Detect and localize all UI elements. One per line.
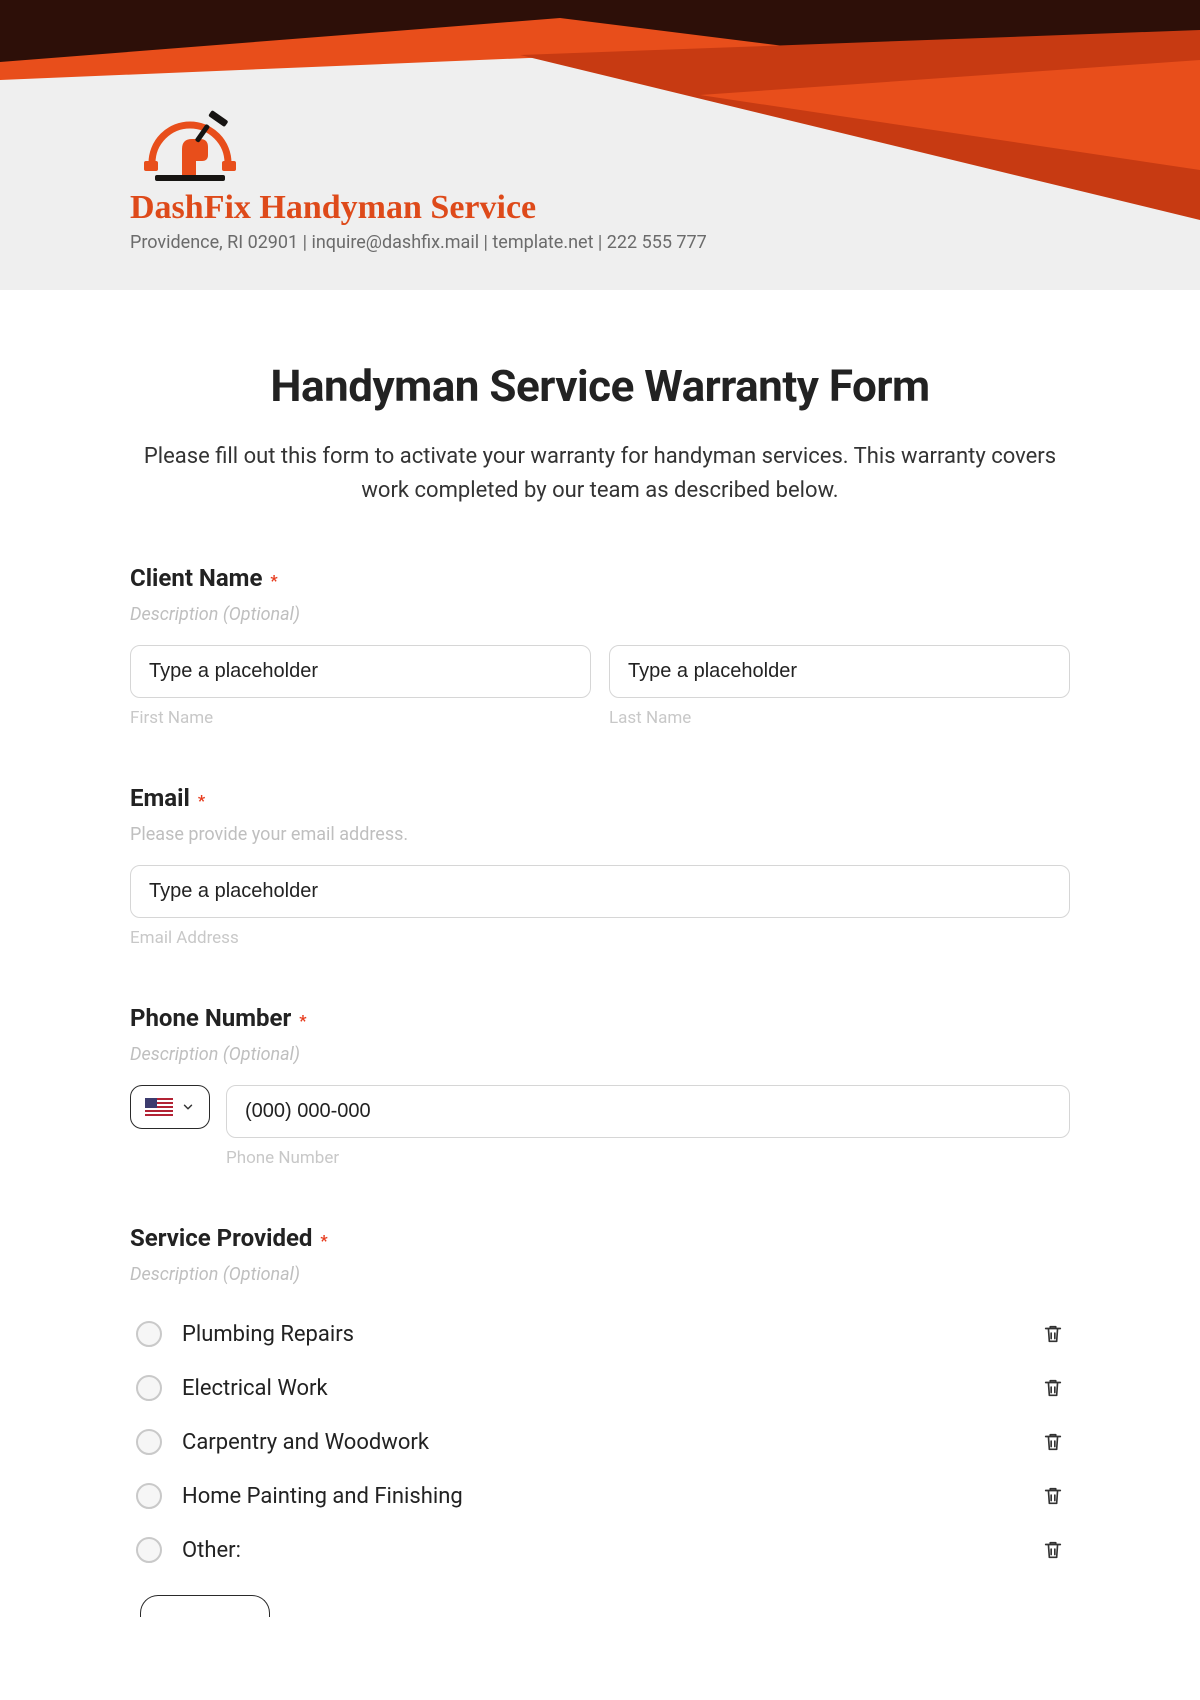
first-name-sublabel: First Name: [130, 708, 591, 728]
phone-sublabel: Phone Number: [226, 1148, 1070, 1168]
email-input[interactable]: [130, 865, 1070, 918]
service-options: Plumbing Repairs Electrical Work Car: [130, 1307, 1070, 1577]
brand-contact: Providence, RI 02901 | inquire@dashfix.m…: [130, 232, 707, 253]
service-option: Home Painting and Finishing: [130, 1469, 1070, 1523]
service-option: Electrical Work: [130, 1361, 1070, 1415]
service-option: Other:: [130, 1523, 1070, 1577]
radio-button[interactable]: [136, 1321, 162, 1347]
header-banner: DashFix Handyman Service Providence, RI …: [0, 0, 1200, 290]
first-name-input[interactable]: [130, 645, 591, 698]
add-option-button[interactable]: [140, 1595, 270, 1617]
required-mark: *: [270, 571, 277, 590]
service-desc: Description (Optional): [130, 1264, 1070, 1285]
service-option-label[interactable]: Home Painting and Finishing: [182, 1484, 463, 1509]
email-desc: Please provide your email address.: [130, 824, 1070, 845]
email-label: Email: [130, 784, 190, 812]
form-area: Handyman Service Warranty Form Please fi…: [0, 290, 1200, 1661]
trash-icon[interactable]: [1042, 1322, 1064, 1346]
field-email: Email * Please provide your email addres…: [130, 784, 1070, 948]
service-option-label[interactable]: Electrical Work: [182, 1376, 328, 1401]
service-option-label[interactable]: Plumbing Repairs: [182, 1322, 354, 1347]
field-phone: Phone Number * Description (Optional) Ph…: [130, 1004, 1070, 1168]
brand-block: DashFix Handyman Service Providence, RI …: [130, 105, 707, 253]
trash-icon[interactable]: [1042, 1538, 1064, 1562]
client-name-desc: Description (Optional): [130, 604, 1070, 625]
brand-name: DashFix Handyman Service: [130, 189, 707, 226]
trash-icon[interactable]: [1042, 1430, 1064, 1454]
phone-input[interactable]: [226, 1085, 1070, 1138]
required-mark: *: [320, 1231, 327, 1250]
phone-desc: Description (Optional): [130, 1044, 1070, 1065]
service-option: Carpentry and Woodwork: [130, 1415, 1070, 1469]
flag-us-icon: [145, 1098, 173, 1116]
service-option-label[interactable]: Carpentry and Woodwork: [182, 1430, 429, 1455]
radio-button[interactable]: [136, 1375, 162, 1401]
trash-icon[interactable]: [1042, 1376, 1064, 1400]
service-label: Service Provided: [130, 1224, 312, 1252]
phone-label: Phone Number: [130, 1004, 291, 1032]
last-name-input[interactable]: [609, 645, 1070, 698]
radio-button[interactable]: [136, 1483, 162, 1509]
field-client-name: Client Name * Description (Optional) Fir…: [130, 564, 1070, 728]
required-mark: *: [198, 791, 205, 810]
radio-button[interactable]: [136, 1537, 162, 1563]
radio-button[interactable]: [136, 1429, 162, 1455]
email-sublabel: Email Address: [130, 928, 1070, 948]
client-name-label: Client Name: [130, 564, 262, 592]
last-name-sublabel: Last Name: [609, 708, 1070, 728]
field-service-provided: Service Provided * Description (Optional…: [130, 1224, 1070, 1621]
country-code-select[interactable]: [130, 1085, 210, 1129]
trash-icon[interactable]: [1042, 1484, 1064, 1508]
form-title: Handyman Service Warranty Form: [130, 360, 1070, 412]
form-intro: Please fill out this form to activate yo…: [130, 440, 1070, 508]
required-mark: *: [299, 1011, 306, 1030]
brand-logo: [130, 105, 250, 183]
service-option: Plumbing Repairs: [130, 1307, 1070, 1361]
chevron-down-icon: [181, 1100, 195, 1114]
service-option-label[interactable]: Other:: [182, 1538, 241, 1563]
